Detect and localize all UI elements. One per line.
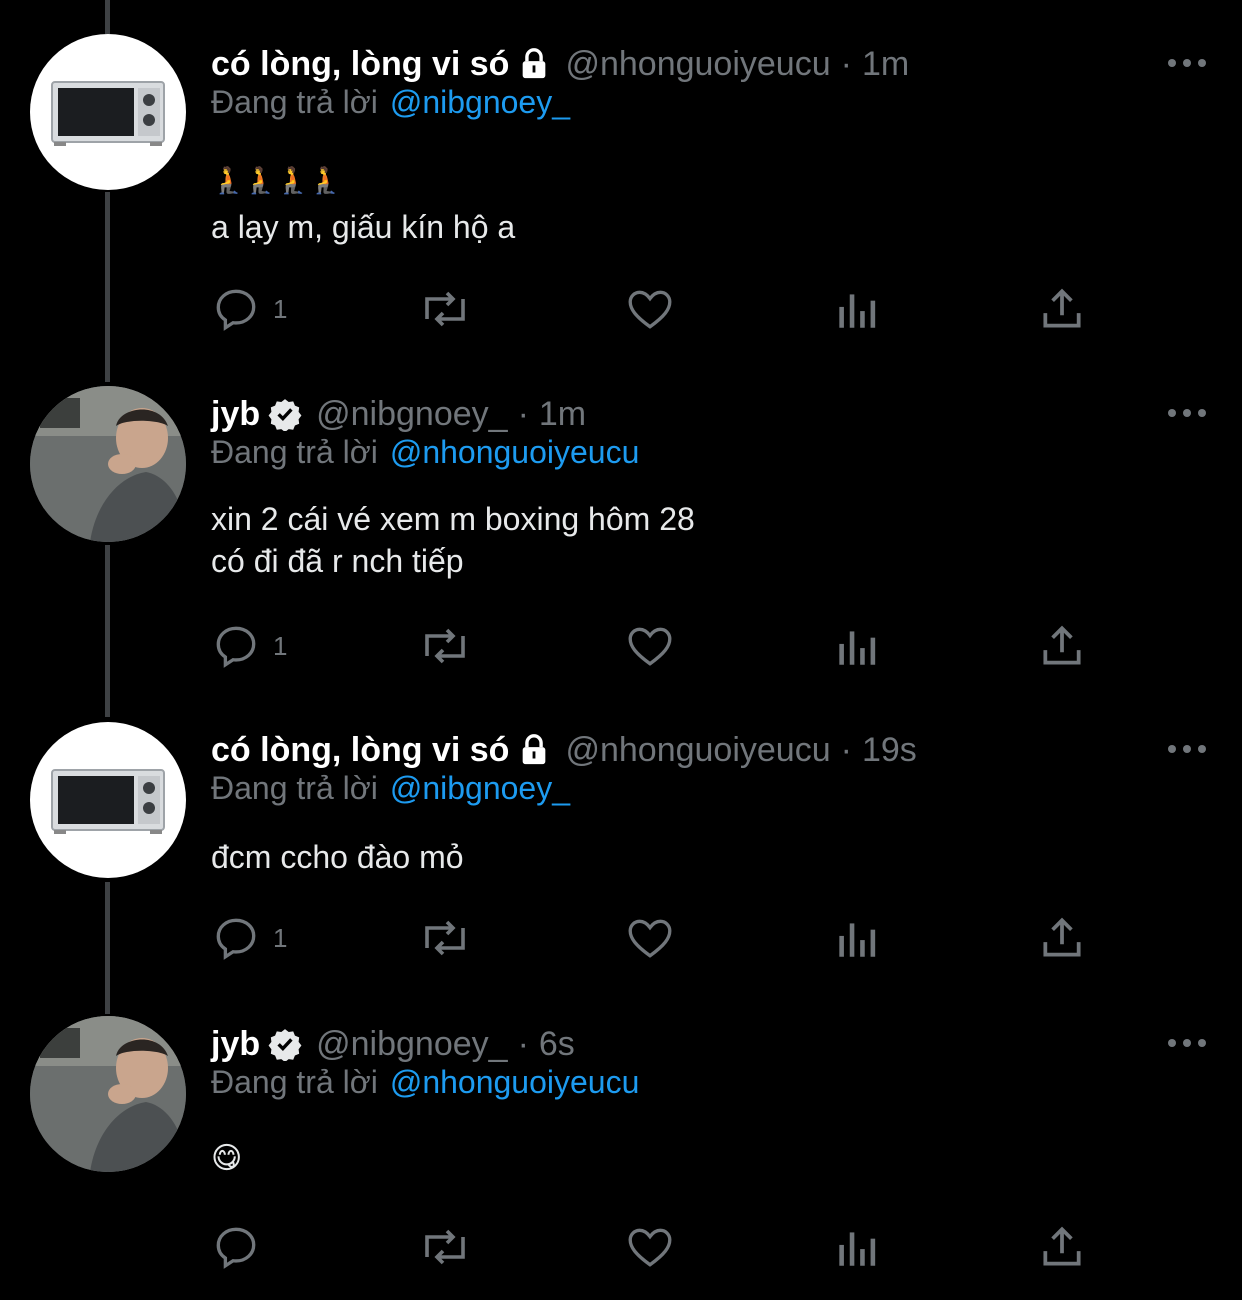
tweet-text: a lạy m, giấu kín hộ a — [211, 206, 515, 248]
microwave-avatar[interactable] — [30, 34, 186, 190]
timestamp[interactable]: 1m — [862, 34, 909, 94]
lock-icon — [517, 733, 551, 767]
more-options-icon[interactable] — [1162, 1018, 1212, 1068]
reply-button[interactable]: 1 — [211, 908, 287, 968]
tweet-text: xin 2 cái vé xem m boxing hôm 28 có đi đ… — [211, 498, 695, 582]
retweet-icon — [417, 621, 473, 671]
separator-dot: · — [840, 731, 852, 769]
tweet-text: 😋 — [211, 1138, 242, 1180]
heart-icon — [625, 1222, 675, 1272]
retweet-button[interactable] — [417, 908, 473, 968]
analytics-button[interactable] — [831, 279, 881, 339]
user-photo-avatar[interactable] — [30, 1016, 186, 1172]
separator-dot: · — [840, 45, 852, 83]
tweet-text-line: xin 2 cái vé xem m boxing hôm 28 — [211, 501, 695, 537]
heart-icon — [625, 913, 675, 963]
tweet[interactable]: jyb @nibgnoey_ · 1m Đang trả lời @nhonguo… — [0, 384, 1242, 699]
tweet[interactable]: jyb @nibgnoey_ · 6s Đang trả lời @nhonguo… — [0, 1014, 1242, 1294]
tweet-text-line: có đi đã r nch tiếp — [211, 543, 464, 579]
share-button[interactable] — [1037, 908, 1087, 968]
analytics-button[interactable] — [831, 616, 881, 676]
reply-button[interactable]: 1 — [211, 616, 287, 676]
mention-link[interactable]: @nhonguoiyeucu — [390, 434, 640, 470]
analytics-button[interactable] — [831, 908, 881, 968]
analytics-icon — [831, 284, 881, 334]
share-icon — [1037, 621, 1087, 671]
more-options-icon[interactable] — [1162, 388, 1212, 438]
retweet-button[interactable] — [417, 1217, 473, 1277]
replying-to-label: Đang trả lời — [211, 434, 378, 470]
user-handle[interactable]: @nhonguoiyeucu — [565, 34, 830, 94]
timestamp[interactable]: 19s — [862, 720, 917, 780]
tweet[interactable]: có lòng, lòng vi só @nhonguoiyeucu · 1m … — [0, 34, 1242, 364]
replying-to: Đang trả lời @nhonguoiyeucu — [211, 432, 639, 472]
emoji-row: 🧎🧎🧎🧎 — [212, 164, 342, 196]
tweet-text: đcm ccho đào mỏ — [211, 836, 464, 878]
like-button[interactable] — [625, 1217, 675, 1277]
replying-to-label: Đang trả lời — [211, 770, 378, 806]
retweet-button[interactable] — [417, 279, 473, 339]
mention-link[interactable]: @nibgnoey_ — [390, 84, 570, 120]
analytics-icon — [831, 621, 881, 671]
lock-icon — [517, 47, 551, 81]
action-bar: 1 — [211, 616, 1111, 676]
analytics-button[interactable] — [831, 1217, 881, 1277]
reply-icon — [211, 284, 261, 334]
reply-button[interactable] — [211, 1217, 273, 1277]
heart-icon — [625, 284, 675, 334]
replying-to: Đang trả lời @nibgnoey_ — [211, 768, 570, 808]
share-icon — [1037, 1222, 1087, 1272]
more-options-icon[interactable] — [1162, 38, 1212, 88]
microwave-avatar[interactable] — [30, 722, 186, 878]
verified-icon — [268, 1027, 302, 1061]
heart-icon — [625, 621, 675, 671]
analytics-icon — [831, 913, 881, 963]
retweet-button[interactable] — [417, 616, 473, 676]
share-icon — [1037, 913, 1087, 963]
action-bar: 1 — [211, 279, 1111, 339]
replying-to: Đang trả lời @nibgnoey_ — [211, 82, 570, 122]
like-button[interactable] — [625, 908, 675, 968]
tweet[interactable]: có lòng, lòng vi só @nhonguoiyeucu · 19s… — [0, 720, 1242, 995]
replying-to: Đang trả lời @nhonguoiyeucu — [211, 1062, 639, 1102]
user-photo-avatar[interactable] — [30, 386, 186, 542]
share-icon — [1037, 284, 1087, 334]
mention-link[interactable]: @nhonguoiyeucu — [390, 1064, 640, 1100]
more-options-icon[interactable] — [1162, 724, 1212, 774]
reply-count: 1 — [273, 630, 288, 661]
share-button[interactable] — [1037, 616, 1087, 676]
tweet-emoji: 😋 — [211, 1142, 243, 1175]
share-button[interactable] — [1037, 1217, 1087, 1277]
replying-to-label: Đang trả lời — [211, 1064, 378, 1100]
kneeling-emoji: 🧎🧎🧎🧎 — [212, 165, 342, 195]
share-button[interactable] — [1037, 279, 1087, 339]
retweet-icon — [417, 1222, 473, 1272]
verified-icon — [268, 397, 302, 431]
action-bar — [211, 1217, 1111, 1277]
retweet-icon — [417, 284, 473, 334]
analytics-icon — [831, 1222, 881, 1272]
reply-icon — [211, 621, 261, 671]
thread-line — [105, 0, 110, 34]
user-handle[interactable]: @nhonguoiyeucu — [565, 720, 830, 780]
retweet-icon — [417, 913, 473, 963]
reply-count: 1 — [273, 293, 288, 324]
like-button[interactable] — [625, 279, 675, 339]
reply-button[interactable]: 1 — [211, 279, 287, 339]
reply-count: 1 — [273, 922, 288, 953]
action-bar: 1 — [211, 908, 1111, 968]
replying-to-label: Đang trả lời — [211, 84, 378, 120]
like-button[interactable] — [625, 616, 675, 676]
reply-icon — [211, 913, 261, 963]
tweet-text-line: a lạy m, giấu kín hộ a — [211, 209, 516, 245]
reply-icon — [211, 1222, 261, 1272]
tweet-text-line: đcm ccho đào mỏ — [211, 839, 464, 875]
mention-link[interactable]: @nibgnoey_ — [390, 770, 570, 806]
